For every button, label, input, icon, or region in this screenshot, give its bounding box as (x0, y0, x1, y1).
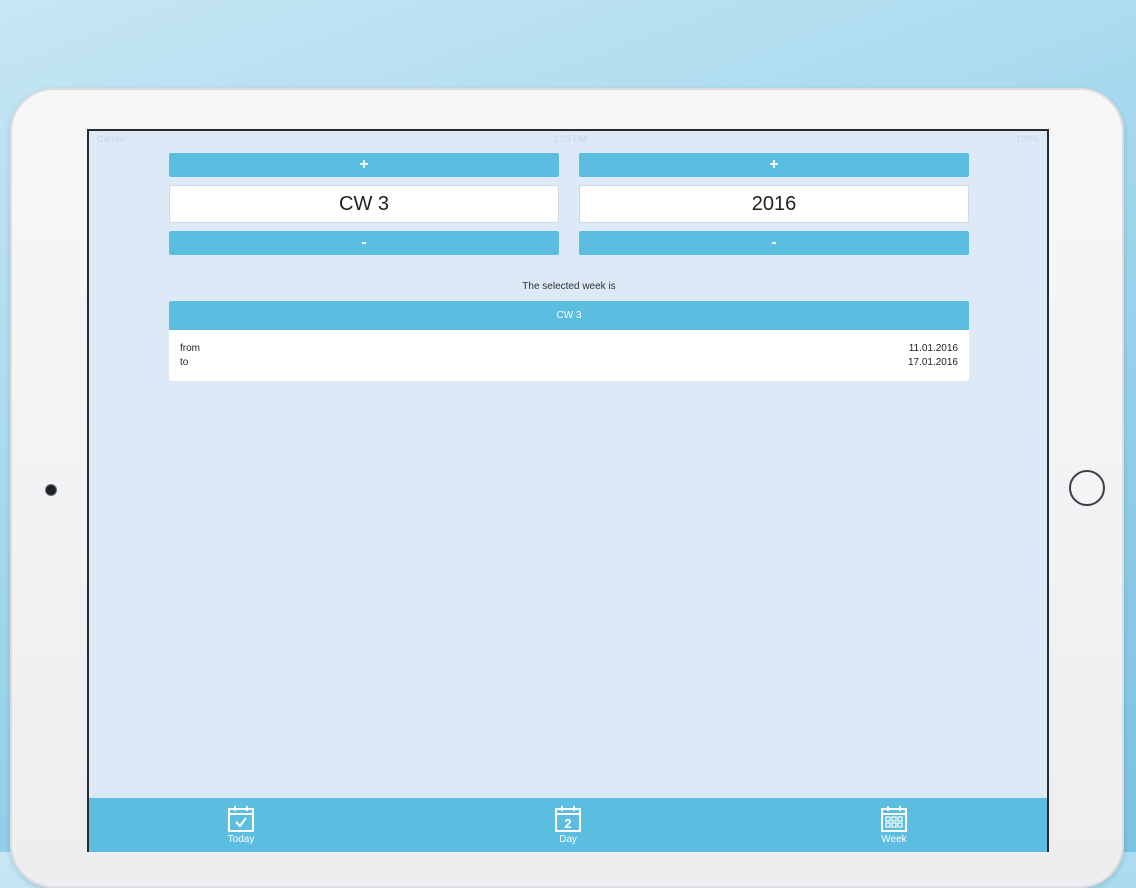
status-battery: 100% (1015, 134, 1039, 144)
device-screen: Carrier 1:03 PM 100% + CW 3 - + 2016 - T… (87, 129, 1049, 852)
calendar-day-number: 2 (564, 816, 571, 831)
week-row-value: 11.01.2016 (908, 342, 958, 354)
week-result-card: CW 3 from 11.01.2016 to 17.01.2016 (169, 301, 969, 381)
week-row-value: 17.01.2016 (907, 356, 958, 368)
week-value-field[interactable]: CW 3 (169, 185, 559, 223)
home-button[interactable] (1069, 470, 1105, 506)
week-decrement-button[interactable]: - (169, 231, 559, 255)
tab-today[interactable]: Today (201, 805, 281, 845)
status-time: 1:03 PM (553, 134, 587, 144)
calendar-check-icon (228, 806, 254, 832)
week-result-rows: from 11.01.2016 to 17.01.2016 (169, 330, 969, 369)
tab-week[interactable]: Week (854, 805, 934, 845)
tab-day[interactable]: 2 Day (528, 805, 608, 845)
week-result-header: CW 3 (169, 301, 969, 330)
week-row-label: to (180, 356, 189, 368)
week-row-label: from (180, 342, 200, 354)
tab-bar: Today 2 Day Week (89, 798, 1047, 852)
week-row-to: to 17.01.2016 (169, 355, 969, 369)
year-decrement-button[interactable]: - (579, 231, 969, 255)
week-increment-button[interactable]: + (169, 153, 559, 177)
year-value-field[interactable]: 2016 (579, 185, 969, 223)
tab-label: Today (227, 834, 255, 845)
status-bar: Carrier 1:03 PM 100% (89, 131, 1047, 147)
tab-label: Day (559, 834, 577, 845)
week-stepper: + CW 3 - (169, 153, 559, 255)
app-screen: Carrier 1:03 PM 100% + CW 3 - + 2016 - T… (89, 131, 1047, 852)
year-increment-button[interactable]: + (579, 153, 969, 177)
status-carrier: Carrier (97, 134, 125, 144)
front-camera (46, 485, 56, 495)
calendar-day-icon: 2 (555, 806, 581, 832)
calendar-grid-icon (881, 806, 907, 832)
selected-week-caption: The selected week is (522, 281, 616, 292)
week-row-from: from 11.01.2016 (169, 341, 969, 355)
year-stepper: + 2016 - (579, 153, 969, 255)
tab-label: Week (881, 834, 907, 845)
